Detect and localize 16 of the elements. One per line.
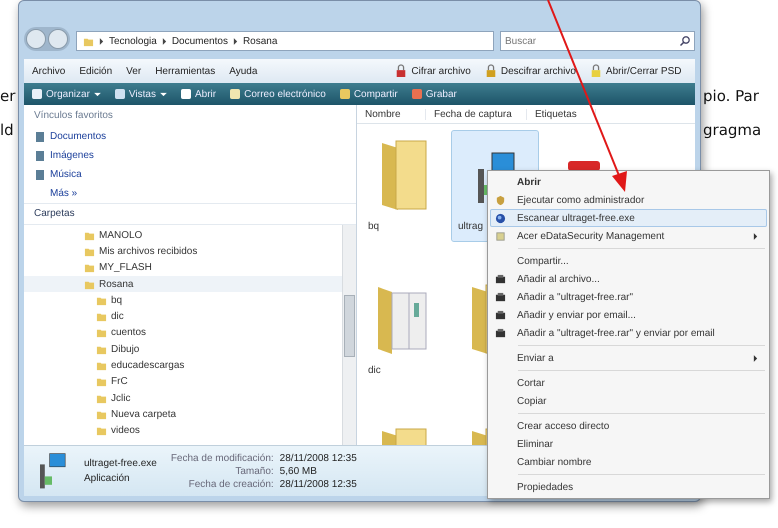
file-name: bq — [368, 221, 380, 232]
document-text: ld — [0, 120, 15, 140]
document-text: pio. Par — [703, 86, 760, 106]
detail-label: Tamaño: — [235, 466, 274, 476]
detail-value: 28/11/2008 12:35 — [280, 452, 358, 464]
file-name: ultraget-free.exe — [84, 458, 157, 469]
file-type: Aplicación — [84, 473, 131, 484]
file-name: ultrag — [458, 221, 484, 232]
document-text: gragma — [703, 120, 762, 140]
detail-value: 28/11/2008 12:35 — [280, 478, 358, 490]
document-text: er — [0, 86, 16, 106]
section-title: Vínculos favoritos — [33, 109, 114, 123]
file-name: dic — [368, 365, 381, 376]
detail-label: Fecha de modificación: — [170, 452, 274, 464]
detail-value: 5,60 MB — [280, 466, 318, 476]
detail-label: Fecha de creación: — [188, 478, 274, 490]
